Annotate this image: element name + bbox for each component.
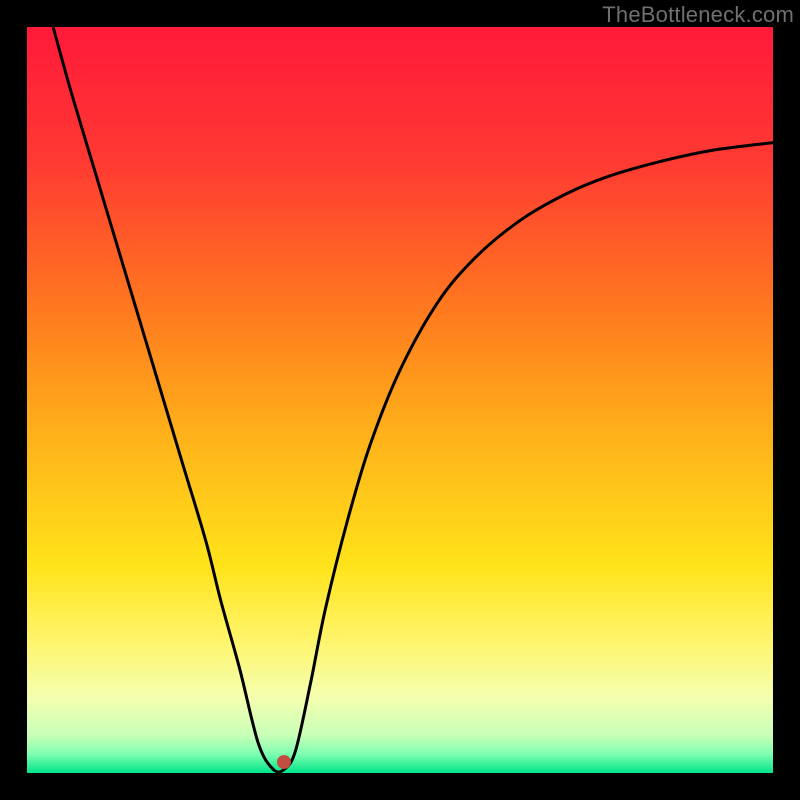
gradient-background [27, 27, 773, 773]
chart-frame [27, 27, 773, 773]
watermark-text: TheBottleneck.com [602, 2, 794, 28]
optimal-point-marker [277, 755, 291, 769]
